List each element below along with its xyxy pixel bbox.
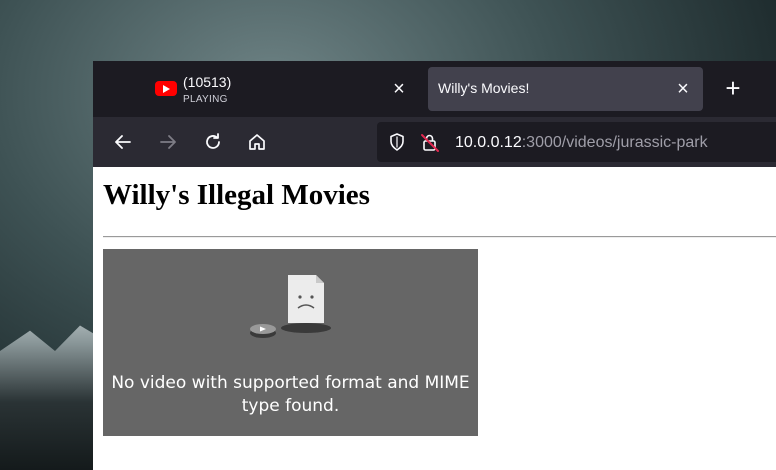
tab-willys-movies[interactable]: Willy's Movies! × — [428, 67, 703, 111]
broken-video-icon — [250, 275, 331, 338]
home-icon — [249, 134, 265, 150]
home-button[interactable] — [244, 129, 270, 155]
url-text[interactable]: 10.0.0.12:3000/videos/jurassic-park — [455, 134, 708, 152]
new-tab-button[interactable]: + — [721, 75, 745, 101]
tab-close-icon[interactable]: × — [389, 79, 409, 99]
address-bar[interactable]: 10.0.0.12:3000/videos/jurassic-park — [377, 122, 776, 162]
page-title: Willy's Illegal Movies — [103, 179, 370, 211]
video-error-message: No video with supported format and MIME … — [111, 373, 470, 416]
nav-bar: 10.0.0.12:3000/videos/jurassic-park — [93, 117, 776, 167]
tab-title: (10513) — [183, 74, 232, 90]
url-path: :3000/videos/jurassic-park — [521, 134, 708, 151]
tab-title: Willy's Movies! — [438, 80, 530, 96]
reload-icon — [206, 133, 220, 149]
back-button[interactable] — [110, 129, 136, 155]
tab-bar: (10513) PLAYING × Willy's Movies! × + — [93, 61, 776, 117]
forward-button[interactable] — [155, 129, 181, 155]
tab-youtube[interactable]: (10513) PLAYING × — [149, 67, 419, 111]
forward-arrow-icon — [160, 135, 176, 149]
web-page: Willy's Illegal Movies No video with sup… — [93, 167, 776, 470]
back-arrow-icon — [115, 135, 131, 149]
insecure-lock-icon[interactable] — [419, 132, 441, 159]
browser-window: (10513) PLAYING × Willy's Movies! × + 10… — [93, 61, 776, 470]
youtube-icon — [155, 81, 177, 96]
desktop-wallpaper — [0, 325, 100, 470]
tab-playing-label: PLAYING — [183, 94, 228, 105]
url-host: 10.0.0.12 — [455, 134, 522, 151]
reload-button[interactable] — [200, 129, 226, 155]
horizontal-rule — [103, 236, 776, 238]
video-player[interactable]: No video with supported format and MIME … — [103, 249, 478, 436]
tab-close-icon[interactable]: × — [673, 79, 693, 99]
shield-icon[interactable] — [387, 132, 407, 157]
